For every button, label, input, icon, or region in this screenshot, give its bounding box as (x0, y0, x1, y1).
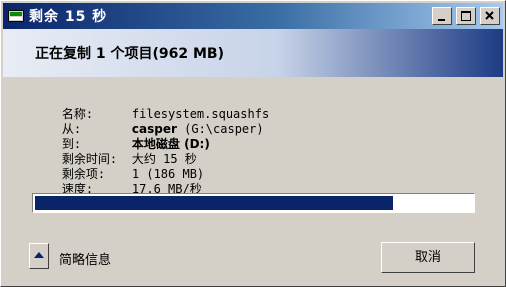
window-title: 剩余 15 秒 (29, 9, 108, 25)
minimize-button[interactable] (432, 7, 452, 25)
progress-fill (35, 196, 393, 210)
cancel-button[interactable]: 取消 (381, 242, 475, 273)
maximize-button[interactable] (456, 7, 476, 25)
close-icon (485, 11, 494, 20)
toggle-details-label[interactable]: 简略信息 (59, 249, 111, 268)
toggle-details-button[interactable] (29, 243, 49, 269)
copy-summary: 正在复制 1 个项目(962 MB) (35, 46, 224, 62)
chevron-up-icon (34, 252, 44, 258)
copy-progress-icon (8, 10, 24, 22)
copy-dialog: 剩余 15 秒 正在复制 1 个项目(962 MB) 名称: filesystem… (0, 0, 506, 287)
minimize-icon (438, 19, 445, 21)
header-band: 正在复制 1 个项目(962 MB) (3, 29, 503, 77)
close-button[interactable] (480, 7, 500, 25)
maximize-icon (461, 11, 471, 21)
progress-bar (32, 193, 475, 213)
title-bar[interactable]: 剩余 15 秒 (3, 3, 503, 29)
